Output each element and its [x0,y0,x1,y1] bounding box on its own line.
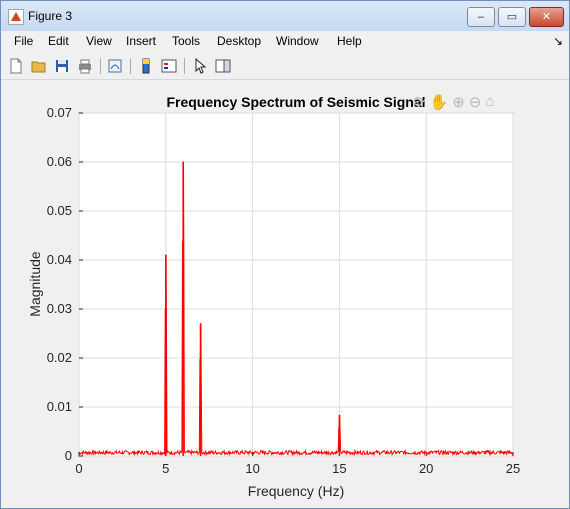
print-icon[interactable] [75,56,95,76]
rotate-icon[interactable]: ⟳ [413,93,426,111]
close-button[interactable]: ✕ [529,7,564,27]
pan-icon[interactable]: ✋ [430,93,449,111]
toolbar-separator [130,58,131,74]
minimize-button[interactable]: – [467,7,495,27]
open-file-icon[interactable] [29,56,49,76]
menu-tools[interactable]: Tools [172,34,200,48]
zoom-in-icon[interactable]: ⊕ [452,93,465,111]
toolbar-separator [100,58,101,74]
save-icon[interactable] [52,56,72,76]
menu-help[interactable]: Help [337,34,362,48]
new-figure-icon[interactable] [6,56,26,76]
maximize-button[interactable]: ▭ [498,7,526,27]
menu-edit[interactable]: Edit [48,34,69,48]
toolbar-separator [184,58,185,74]
matlab-icon [8,9,24,25]
figure-toolbar [1,53,569,80]
title-bar[interactable]: Figure 3 – ▭ ✕ [1,1,569,31]
menu-insert[interactable]: Insert [126,34,156,48]
insert-colorbar-icon[interactable] [136,56,156,76]
property-inspector-icon[interactable] [213,56,233,76]
axes-toolbar: ⟳ ✋ ⊕ ⊖ ⌂ [413,93,494,111]
zoom-out-icon[interactable]: ⊖ [469,93,482,111]
menu-window[interactable]: Window [276,34,319,48]
home-icon[interactable]: ⌂ [485,93,494,111]
insert-legend-icon[interactable] [159,56,179,76]
menu-desktop[interactable]: Desktop [217,34,261,48]
figure-canvas[interactable] [6,81,564,505]
menu-bar: File Edit View Insert Tools Desktop Wind… [1,31,569,53]
menu-view[interactable]: View [86,34,112,48]
figure-window: Figure 3 – ▭ ✕ File Edit View Insert Too… [0,0,570,509]
dock-arrow-icon[interactable]: ↘ [553,34,563,48]
menu-file[interactable]: File [14,34,33,48]
link-plot-icon[interactable] [105,56,125,76]
window-title: Figure 3 [28,9,73,23]
edit-plot-icon[interactable] [190,56,210,76]
